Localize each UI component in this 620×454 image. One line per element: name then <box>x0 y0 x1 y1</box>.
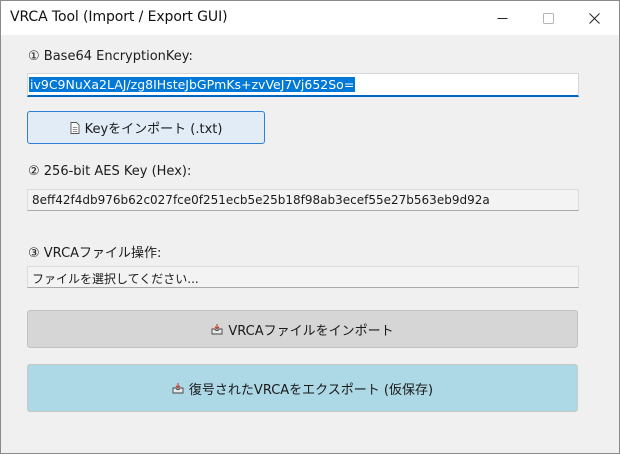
import-key-button-label: Keyをインポート (.txt) <box>84 122 223 137</box>
encryption-key-label: ① Base64 EncryptionKey: <box>28 49 193 64</box>
maximize-icon <box>542 12 554 24</box>
close-button[interactable] <box>571 1 617 35</box>
export-vrca-button[interactable]: 復号されたVRCAをエクスポート (仮保存) <box>27 364 578 412</box>
import-key-button[interactable]: Keyをインポート (.txt) <box>27 111 265 144</box>
app-window: VRCA Tool (Import / Export GUI) ① Base64… <box>0 0 620 454</box>
document-icon <box>70 121 80 134</box>
import-vrca-button-label: VRCAファイルをインポート <box>228 323 394 339</box>
close-icon <box>588 12 600 24</box>
minimize-icon <box>497 17 507 19</box>
window-title: VRCA Tool (Import / Export GUI) <box>10 9 228 25</box>
export-vrca-button-label: 復号されたVRCAをエクスポート (仮保存) <box>188 382 434 398</box>
maximize-button[interactable] <box>525 1 571 35</box>
aes-key-label: ② 256-bit AES Key (Hex): <box>28 164 192 179</box>
title-bar[interactable]: VRCA Tool (Import / Export GUI) <box>1 1 619 35</box>
vrca-file-label: ③ VRCAファイル操作: <box>28 246 162 261</box>
aes-key-hex-field[interactable]: 8eff42f4db976b62c027fce0f251ecb5e25b18f9… <box>27 189 579 211</box>
file-status-field[interactable]: ファイルを選択してください... <box>27 266 579 288</box>
inbox-icon <box>172 382 184 394</box>
encryption-key-input[interactable]: iv9C9NuXa2LAJ/zg8IHsteJbGPmKs+zvVeJ7Vj65… <box>27 73 579 97</box>
import-vrca-button[interactable]: VRCAファイルをインポート <box>27 310 578 348</box>
encryption-key-value: iv9C9NuXa2LAJ/zg8IHsteJbGPmKs+zvVeJ7Vj65… <box>29 77 356 92</box>
minimize-button[interactable] <box>479 1 525 35</box>
inbox-icon <box>211 323 223 335</box>
